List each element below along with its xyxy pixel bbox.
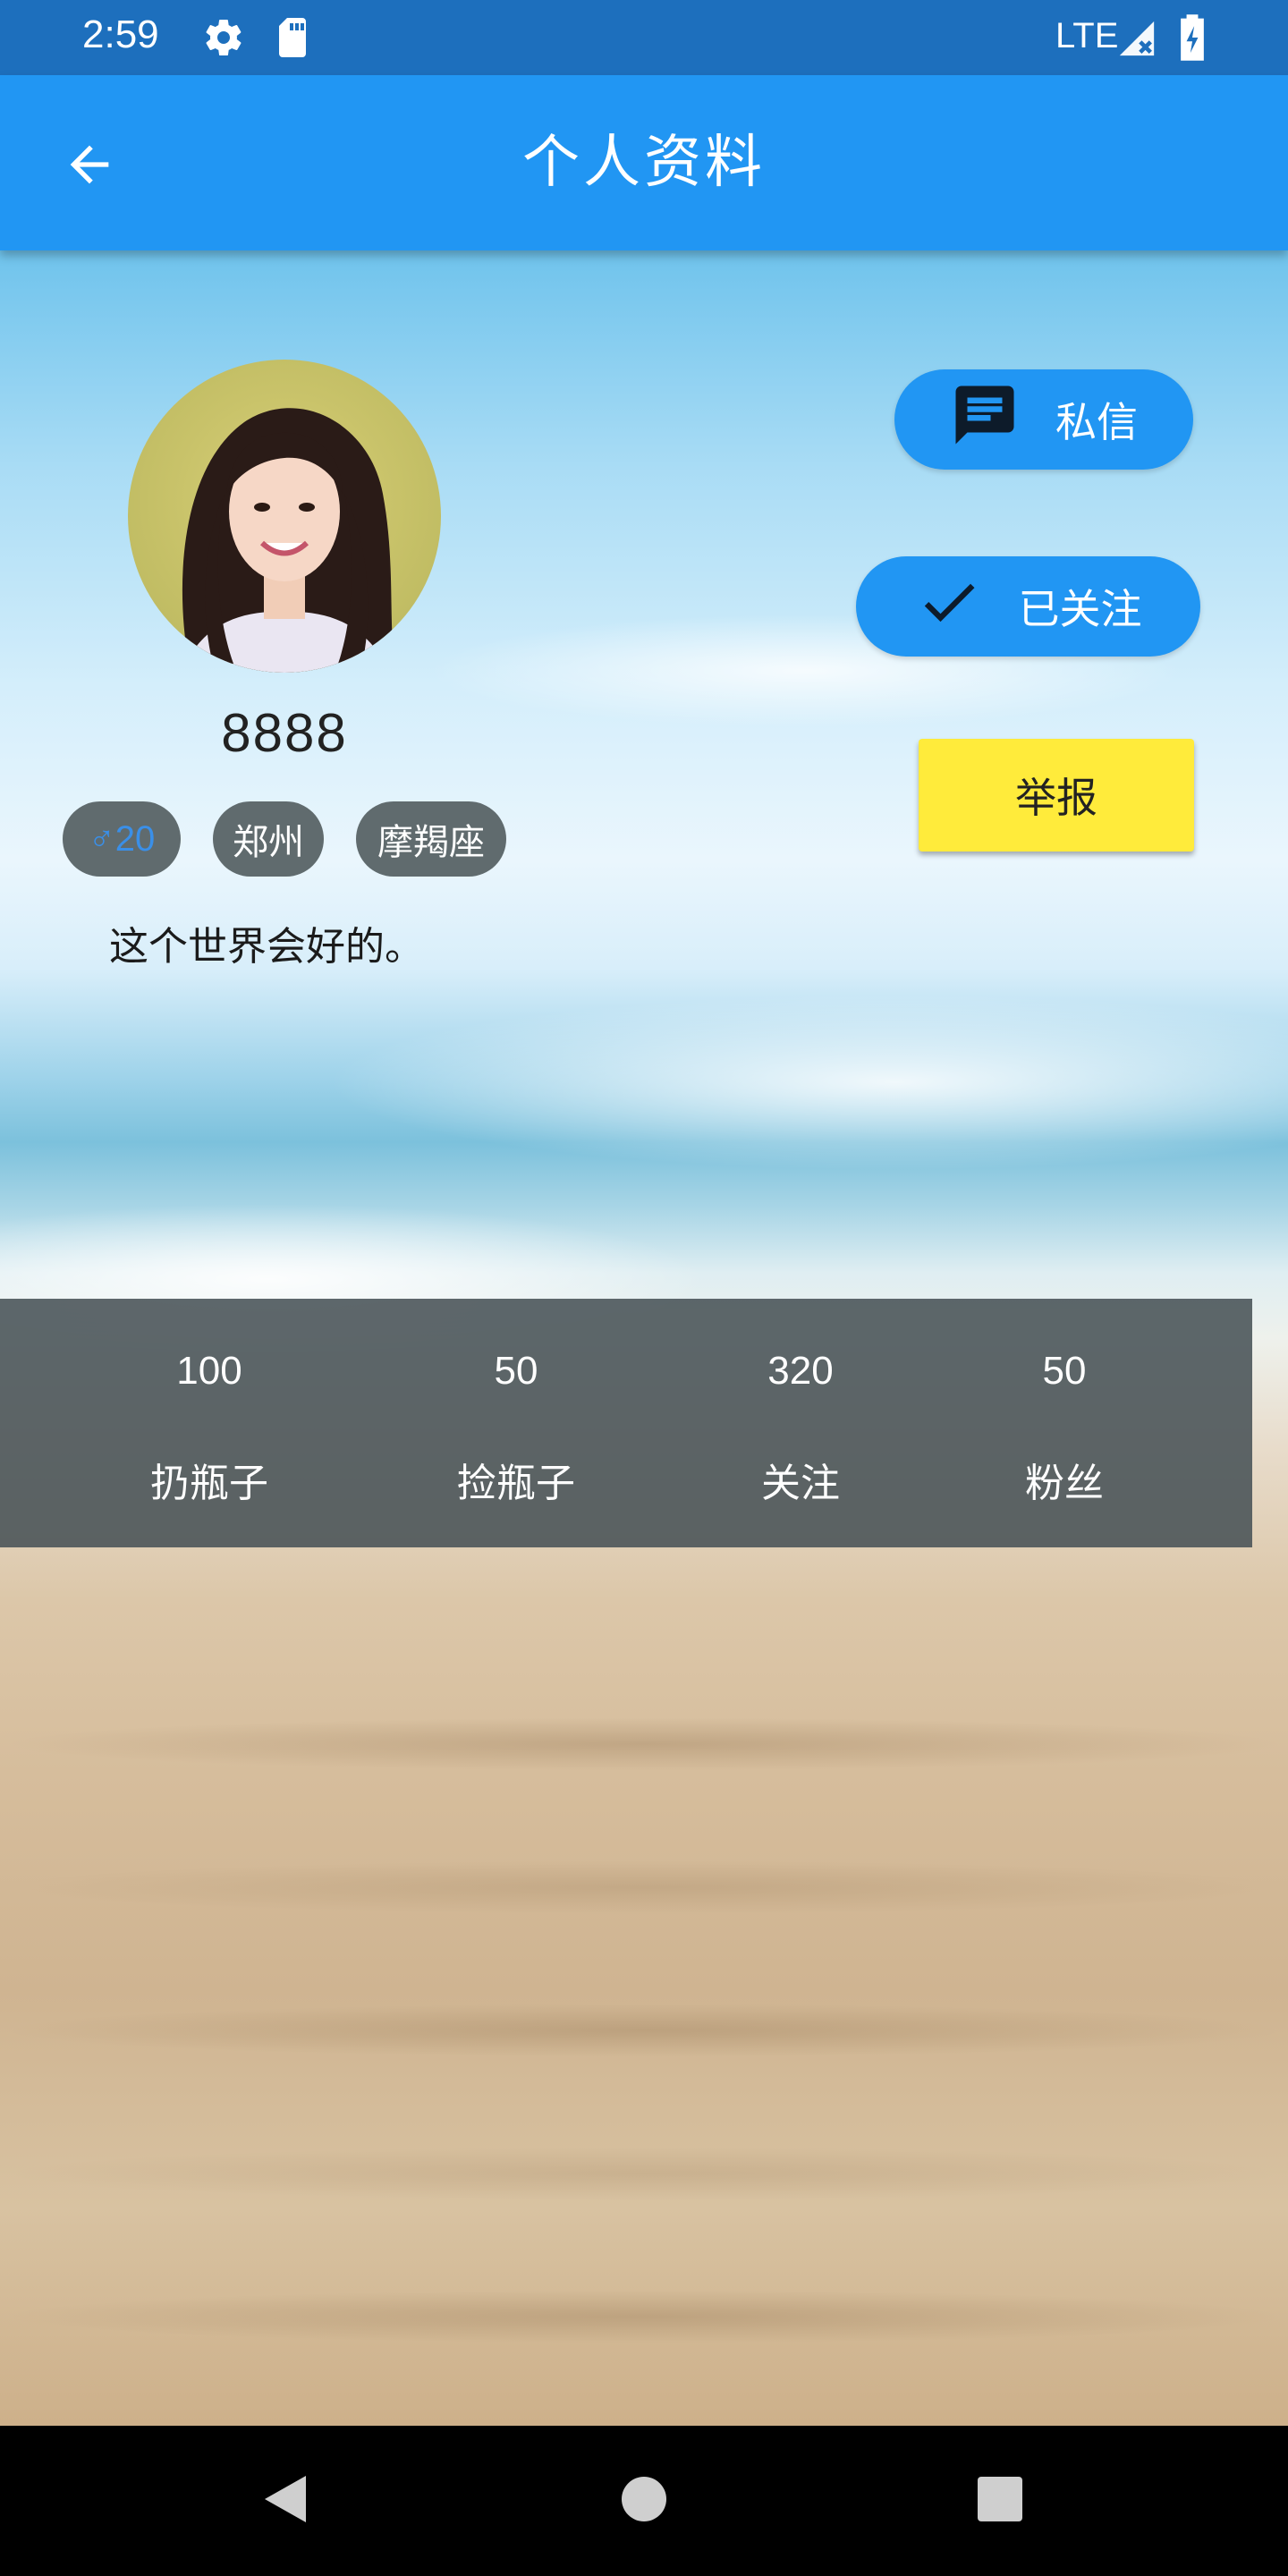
- follow-button-label: 已关注: [1018, 585, 1142, 633]
- status-bar: 2:59 LTE: [0, 0, 1288, 75]
- gear-icon: [202, 16, 245, 63]
- triangle-back-icon: [259, 2472, 309, 2529]
- city-tag: 郑州: [213, 801, 324, 877]
- circle-home-icon: [621, 2476, 667, 2526]
- stats-bar: 100 扔瓶子 50 捡瓶子 320 关注 50 粉丝: [0, 1299, 1252, 1547]
- report-button-label: 举报: [1015, 774, 1097, 822]
- system-nav-bar: [0, 2426, 1288, 2576]
- stat-value: 50: [494, 1349, 538, 1393]
- page-title: 个人资料: [522, 130, 766, 196]
- avatar[interactable]: [128, 360, 441, 673]
- arrow-back-icon: [61, 136, 118, 197]
- app-bar: 个人资料: [0, 75, 1288, 250]
- battery-charging-icon: [1179, 14, 1206, 64]
- stat-picked-bottles[interactable]: 50 捡瓶子: [409, 1299, 623, 1547]
- stat-label: 粉丝: [1025, 1461, 1104, 1506]
- status-time: 2:59: [82, 13, 159, 56]
- network-type: LTE: [1055, 16, 1119, 55]
- signature-text: 这个世界会好的。: [109, 924, 424, 970]
- stat-value: 320: [767, 1349, 834, 1393]
- sd-card-icon: [274, 16, 313, 63]
- follow-button[interactable]: 已关注: [856, 556, 1200, 657]
- nav-home-button[interactable]: [572, 2426, 716, 2576]
- message-button[interactable]: 私信: [894, 369, 1193, 470]
- signal-icon: [1116, 18, 1157, 63]
- square-recents-icon: [977, 2476, 1023, 2526]
- stat-followers[interactable]: 50 粉丝: [957, 1299, 1172, 1547]
- stat-value: 50: [1042, 1349, 1087, 1393]
- nav-recents-button[interactable]: [928, 2426, 1072, 2576]
- report-button[interactable]: 举报: [919, 739, 1194, 852]
- stat-label: 扔瓶子: [150, 1461, 268, 1506]
- stat-value: 100: [176, 1349, 242, 1393]
- stat-label: 关注: [761, 1461, 840, 1506]
- nav-back-button[interactable]: [213, 2426, 356, 2576]
- chat-icon: [950, 380, 1020, 460]
- stat-following[interactable]: 320 关注: [693, 1299, 908, 1547]
- check-icon: [915, 568, 983, 646]
- nickname: 8888: [221, 703, 348, 763]
- zodiac-tag: 摩羯座: [356, 801, 506, 877]
- message-button-label: 私信: [1055, 398, 1138, 446]
- stat-thrown-bottles[interactable]: 100 扔瓶子: [102, 1299, 317, 1547]
- gender-age-tag: ♂20: [63, 801, 181, 877]
- stat-label: 捡瓶子: [457, 1461, 575, 1506]
- back-button[interactable]: [52, 129, 127, 204]
